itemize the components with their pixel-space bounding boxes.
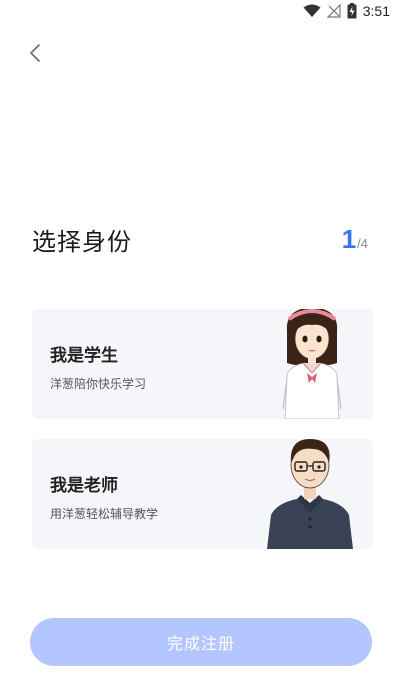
battery-charging-icon bbox=[347, 3, 357, 19]
role-title: 我是学生 bbox=[50, 346, 118, 366]
role-title: 我是老师 bbox=[50, 476, 118, 496]
complete-registration-button[interactable]: 完成注册 bbox=[30, 618, 372, 666]
student-avatar bbox=[282, 309, 342, 419]
wifi-icon bbox=[303, 4, 321, 17]
back-button[interactable] bbox=[22, 40, 48, 66]
step-indicator: 1/4 bbox=[342, 224, 368, 255]
page-title: 选择身份 bbox=[32, 228, 132, 256]
status-bar: 3:51 bbox=[0, 0, 400, 22]
role-card-teacher[interactable]: 我是老师 用洋葱轻松辅导教学 bbox=[32, 439, 373, 549]
teacher-avatar bbox=[267, 439, 353, 549]
step-total: /4 bbox=[357, 236, 368, 251]
role-card-student[interactable]: 我是学生 洋葱陪你快乐学习 bbox=[32, 309, 373, 419]
role-subtitle: 洋葱陪你快乐学习 bbox=[50, 377, 147, 391]
status-time: 3:51 bbox=[362, 3, 390, 19]
status-icons: 3:51 bbox=[303, 2, 390, 20]
role-subtitle: 用洋葱轻松辅导教学 bbox=[50, 507, 159, 521]
step-current: 1 bbox=[341, 224, 357, 254]
signal-icon bbox=[326, 4, 341, 18]
chevron-left-icon bbox=[30, 44, 40, 62]
